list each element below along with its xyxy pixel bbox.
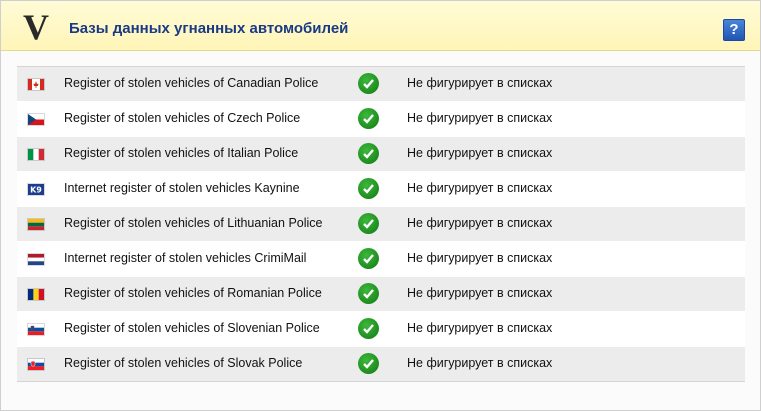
register-status: Не фигурирует в списках <box>407 181 553 195</box>
register-name: Register of stolen vehicles of Lithuania… <box>64 216 323 230</box>
table-row: Register of stolen vehicles of Czech Pol… <box>17 102 745 137</box>
check-icon <box>358 353 379 374</box>
register-name: Register of stolen vehicles of Slovenian… <box>64 321 320 335</box>
register-name: Register of stolen vehicles of Czech Pol… <box>64 111 301 125</box>
lithuania-flag-icon <box>28 219 44 230</box>
check-icon <box>358 143 379 164</box>
register-name: Internet register of stolen vehicles Kay… <box>64 181 300 195</box>
register-status: Не фигурирует в списках <box>407 146 553 160</box>
table-row: K9 Internet register of stolen vehicles … <box>17 172 745 207</box>
check-icon <box>358 178 379 199</box>
slovakia-flag-icon <box>28 359 44 370</box>
stolen-vehicles-panel: V Базы данных угнанных автомобилей ? Reg… <box>0 0 761 411</box>
register-status: Не фигурирует в списках <box>407 251 553 265</box>
register-status: Не фигурирует в списках <box>407 76 553 90</box>
table-row: Register of stolen vehicles of Italian P… <box>17 137 745 172</box>
panel-header: V Базы данных угнанных автомобилей ? <box>1 1 760 51</box>
table-row: Internet register of stolen vehicles Cri… <box>17 242 745 277</box>
check-icon <box>358 318 379 339</box>
register-name: Register of stolen vehicles of Romanian … <box>64 286 322 300</box>
register-name: Register of stolen vehicles of Italian P… <box>64 146 299 160</box>
table-row: Register of stolen vehicles of Romanian … <box>17 277 745 312</box>
table-row: Register of stolen vehicles of Lithuania… <box>17 207 745 242</box>
registers-table: Register of stolen vehicles of Canadian … <box>17 66 745 382</box>
logo: V <box>23 7 49 47</box>
table-row: Register of stolen vehicles of Canadian … <box>17 67 745 102</box>
netherlands-flag-icon <box>28 254 44 265</box>
k9-logo-icon: K9 <box>28 184 44 195</box>
check-icon <box>358 248 379 269</box>
table-row: Register of stolen vehicles of Slovenian… <box>17 312 745 347</box>
register-status: Не фигурирует в списках <box>407 111 553 125</box>
register-status: Не фигурирует в списках <box>407 286 553 300</box>
k9-logo-text: K9 <box>30 186 42 195</box>
canada-flag-icon <box>28 79 44 90</box>
register-name: Register of stolen vehicles of Slovak Po… <box>64 356 303 370</box>
check-icon <box>358 108 379 129</box>
register-name: Register of stolen vehicles of Canadian … <box>64 76 319 90</box>
register-status: Не фигурирует в списках <box>407 321 553 335</box>
check-icon <box>358 283 379 304</box>
register-status: Не фигурирует в списках <box>407 356 553 370</box>
check-icon <box>358 73 379 94</box>
romania-flag-icon <box>28 289 44 300</box>
help-icon[interactable]: ? <box>723 19 745 41</box>
table-row: Register of stolen vehicles of Slovak Po… <box>17 347 745 381</box>
slovenia-flag-icon <box>28 324 44 335</box>
check-icon <box>358 213 379 234</box>
panel-title: Базы данных угнанных автомобилей <box>69 20 349 37</box>
italy-flag-icon <box>28 149 44 160</box>
register-name: Internet register of stolen vehicles Cri… <box>64 251 307 265</box>
register-status: Не фигурирует в списках <box>407 216 553 230</box>
czech-flag-icon <box>28 114 44 125</box>
